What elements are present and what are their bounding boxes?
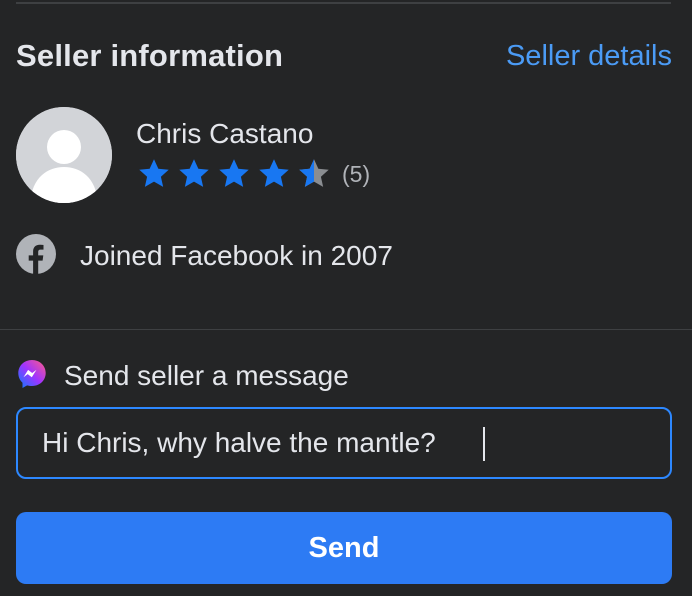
star-icon — [256, 156, 292, 192]
top-divider — [16, 2, 671, 4]
seller-info-header: Seller information Seller details — [16, 36, 672, 76]
text-caret — [483, 427, 485, 461]
star-icon — [136, 156, 172, 192]
default-avatar-icon — [16, 107, 112, 203]
rating-count: (5) — [342, 160, 371, 187]
joined-text: Joined Facebook in 2007 — [80, 240, 393, 271]
message-label: Send seller a message — [64, 360, 349, 391]
rating-stars — [136, 156, 332, 192]
section-divider — [0, 329, 692, 330]
message-label-row: Send seller a message — [16, 358, 349, 394]
section-title: Seller information — [16, 38, 284, 73]
seller-name[interactable]: Chris Castano — [136, 118, 313, 150]
star-icon — [216, 156, 252, 192]
star-icon — [176, 156, 212, 192]
send-button[interactable]: Send — [16, 512, 672, 584]
avatar[interactable] — [16, 107, 112, 203]
seller-rating[interactable]: (5) — [136, 156, 370, 192]
seller-details-link[interactable]: Seller details — [506, 40, 672, 73]
message-input-field[interactable] — [16, 407, 672, 479]
message-input[interactable] — [42, 409, 652, 477]
messenger-icon — [16, 358, 48, 395]
joined-info: Joined Facebook in 2007 — [16, 233, 393, 279]
facebook-icon — [16, 233, 56, 279]
half-star-icon — [296, 156, 332, 192]
